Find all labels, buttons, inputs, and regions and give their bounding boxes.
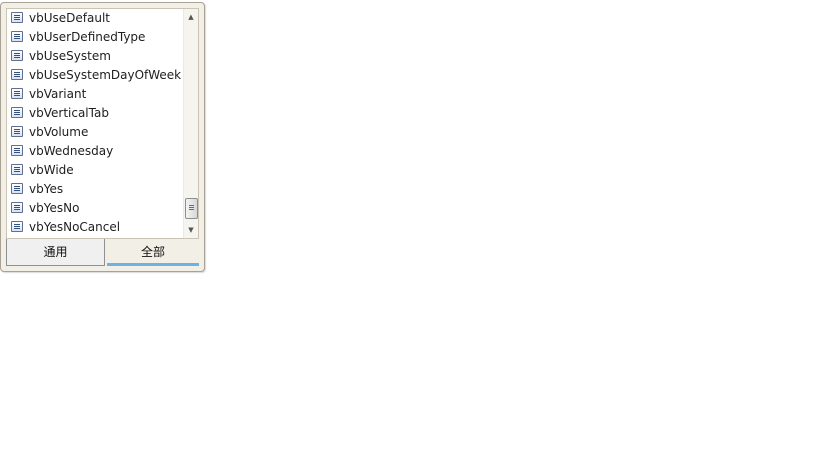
constant-icon — [11, 107, 23, 118]
list-item[interactable]: vbYesNoCancel — [7, 218, 183, 237]
list-item-label: vbWednesday — [29, 144, 114, 158]
list-item[interactable]: vbVariant — [7, 85, 183, 104]
list-item[interactable]: vbUseSystemDayOfWeek — [7, 66, 183, 85]
list-item[interactable]: vbYesNo — [7, 199, 183, 218]
selected-tab-indicator — [107, 263, 199, 266]
autocomplete-popup: vbUseDefault vbUserDefinedType vbUseSyst… — [0, 2, 205, 272]
list-item-label: vbYesNo — [29, 201, 80, 215]
constant-icon — [11, 12, 23, 23]
member-list-frame: vbUseDefault vbUserDefinedType vbUseSyst… — [6, 8, 199, 239]
constant-icon — [11, 183, 23, 194]
list-item[interactable]: vbWide — [7, 161, 183, 180]
constant-icon — [11, 164, 23, 175]
list-item-label: vbYesNoCancel — [29, 220, 121, 234]
list-item[interactable]: vbUserDefinedType — [7, 28, 183, 47]
constant-icon — [11, 69, 23, 80]
list-item-label: vbVariant — [29, 87, 87, 101]
scroll-up-arrow-icon[interactable]: ▲ — [184, 9, 198, 25]
list-item-label: vbVerticalTab — [29, 106, 109, 120]
scrollbar-thumb[interactable] — [185, 198, 198, 219]
list-item-label: vbUseDefault — [29, 11, 110, 25]
constant-icon — [11, 221, 23, 232]
constant-icon — [11, 31, 23, 42]
constant-icon — [11, 202, 23, 213]
constant-icon — [11, 126, 23, 137]
list-item-label: vbWide — [29, 163, 74, 177]
filter-tabs: 通用 全部 — [6, 239, 199, 267]
constant-icon — [11, 88, 23, 99]
constant-icon — [11, 50, 23, 61]
list-item[interactable]: vbUseDefault — [7, 9, 183, 28]
tab-general-label: 通用 — [43, 245, 68, 259]
member-list[interactable]: vbUseDefault vbUserDefinedType vbUseSyst… — [7, 9, 183, 238]
list-item-label: vbUserDefinedType — [29, 30, 146, 44]
tab-all[interactable]: 全部 — [107, 239, 199, 266]
tab-general[interactable]: 通用 — [6, 239, 105, 266]
list-item-label: vbUseSystemDayOfWeek — [29, 68, 182, 82]
vertical-scrollbar[interactable]: ▲ ▼ — [183, 9, 198, 238]
list-item[interactable]: vbVerticalTab — [7, 104, 183, 123]
list-item-label: vbVolume — [29, 125, 89, 139]
list-item-label: vbYes — [29, 182, 64, 196]
grip-icon — [189, 205, 194, 206]
list-item[interactable]: vbUseSystem — [7, 47, 183, 66]
scroll-down-arrow-icon[interactable]: ▼ — [184, 222, 198, 238]
tab-all-label: 全部 — [140, 245, 165, 259]
list-item[interactable]: vbVolume — [7, 123, 183, 142]
list-item-label: vbUseSystem — [29, 49, 111, 63]
constant-icon — [11, 145, 23, 156]
list-item[interactable]: vbWednesday — [7, 142, 183, 161]
list-item[interactable]: vbYes — [7, 180, 183, 199]
